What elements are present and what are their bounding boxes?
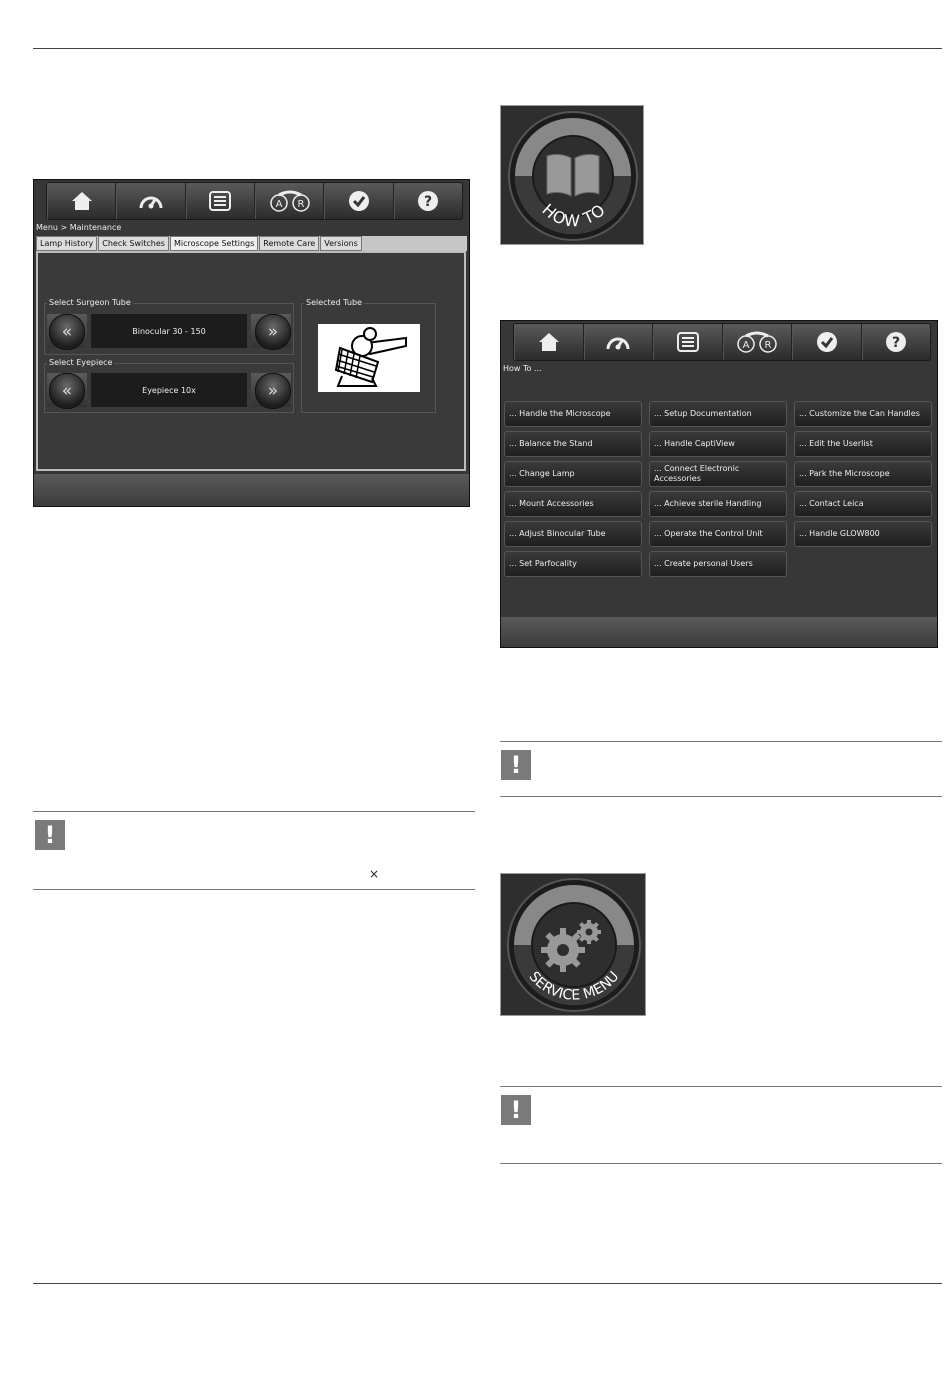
surgeon-prev-button[interactable]: « (49, 314, 85, 350)
speed-button[interactable] (116, 183, 186, 219)
main-toolbar: A R ? (46, 182, 463, 220)
howto-change-lamp[interactable]: ... Change Lamp (504, 461, 642, 487)
tab-bar: Lamp History Check Switches Microscope S… (36, 236, 467, 251)
left-note-bottom-rule (33, 889, 475, 890)
tube-illustration (318, 324, 420, 392)
howto-handle-microscope[interactable]: ... Handle the Microscope (504, 401, 642, 427)
speedometer-icon (606, 337, 630, 350)
service-menu-icon[interactable]: SERVICE MENU (501, 874, 646, 1016)
surgeon-tube-value: Binocular 30 - 150 (91, 314, 247, 348)
exclamation-icon: ! (501, 1095, 531, 1125)
howto-park-microscope[interactable]: ... Park the Microscope (794, 461, 932, 487)
tab-microscope-settings[interactable]: Microscope Settings (169, 236, 259, 251)
home-button[interactable] (514, 324, 584, 360)
menu-button[interactable] (653, 324, 723, 360)
surgeon-next-button[interactable]: » (255, 314, 291, 350)
top-rule (33, 48, 942, 49)
howto-operate-control-unit[interactable]: ... Operate the Control Unit (649, 521, 787, 547)
howto-footer (501, 617, 937, 647)
selected-tube-label: Selected Tube (304, 298, 364, 307)
surgeon-tube-label: Select Surgeon Tube (47, 298, 133, 307)
ar-r-letter: R (765, 340, 772, 351)
help-icon: ? (418, 191, 439, 211)
ar-icon: A R (737, 331, 777, 353)
howto-handle-glow800[interactable]: ... Handle GLOW800 (794, 521, 932, 547)
help-button[interactable]: ? (393, 183, 462, 219)
right-note1-bottom-rule (500, 796, 942, 797)
maintenance-footer (34, 474, 469, 506)
howto-create-users[interactable]: ... Create personal Users (649, 551, 787, 577)
right-note2-top-rule (500, 1086, 942, 1087)
eyepiece-label: Select Eyepiece (47, 358, 115, 367)
howto-breadcrumb: How To ... (503, 364, 542, 373)
howto-toolbar: A R ? (513, 323, 931, 361)
tab-versions[interactable]: Versions (320, 236, 362, 251)
help-button[interactable]: ? (861, 324, 931, 360)
ar-button[interactable]: A R (722, 324, 792, 360)
selected-tube-group: Selected Tube (301, 298, 436, 413)
home-icon (538, 333, 559, 351)
surgeon-tube-group: Select Surgeon Tube « Binocular 30 - 150… (44, 298, 294, 355)
exclamation-icon: ! (35, 820, 65, 850)
menu-button[interactable] (185, 183, 255, 219)
howto-edit-userlist[interactable]: ... Edit the Userlist (794, 431, 932, 457)
checkmark-icon (816, 332, 837, 352)
list-icon (209, 191, 232, 211)
howto-adjust-binocular[interactable]: ... Adjust Binocular Tube (504, 521, 642, 547)
eyepiece-prev-button[interactable]: « (49, 373, 85, 409)
howto-setup-documentation[interactable]: ... Setup Documentation (649, 401, 787, 427)
speedometer-icon (139, 196, 163, 209)
howto-mount-accessories[interactable]: ... Mount Accessories (504, 491, 642, 517)
home-icon (71, 192, 92, 210)
tab-lamp-history[interactable]: Lamp History (36, 236, 98, 251)
help-icon: ? (886, 332, 907, 352)
confirm-button[interactable] (324, 183, 394, 219)
settings-panel: Select Surgeon Tube « Binocular 30 - 150… (36, 251, 466, 471)
howto-connect-accessories[interactable]: ... Connect Electronic Accessories (649, 461, 787, 487)
confirm-button[interactable] (792, 324, 862, 360)
eyepiece-value: Eyepiece 10x (91, 373, 247, 407)
how-to-icon[interactable]: HOW TO (501, 106, 644, 245)
howto-screen: A R ? How To ... ... Handle the Microsco… (500, 320, 938, 648)
ar-icon: A R (269, 190, 310, 212)
right-note1-top-rule (500, 741, 942, 742)
multiply-sign: × (369, 867, 380, 881)
help-glyph: ? (424, 194, 432, 210)
breadcrumb: Menu > Maintenance (36, 223, 122, 232)
binocular-tube-icon (334, 327, 407, 387)
ar-a-letter: A (743, 340, 750, 351)
tab-remote-care[interactable]: Remote Care (259, 236, 320, 251)
howto-handle-captiview[interactable]: ... Handle CaptiView (649, 431, 787, 457)
exclamation-icon: ! (501, 750, 531, 780)
ar-button[interactable]: A R (254, 183, 325, 219)
howto-balance-stand[interactable]: ... Balance the Stand (504, 431, 642, 457)
howto-contact-leica[interactable]: ... Contact Leica (794, 491, 932, 517)
checkmark-icon (348, 191, 369, 211)
howto-set-parfocality[interactable]: ... Set Parfocality (504, 551, 642, 577)
speed-button[interactable] (583, 324, 653, 360)
eyepiece-group: Select Eyepiece « Eyepiece 10x » (44, 358, 294, 413)
ar-r-letter: R (297, 199, 304, 210)
howto-customize-can-handles[interactable]: ... Customize the Can Handles (794, 401, 932, 427)
help-glyph: ? (892, 335, 900, 351)
how-to-tile: HOW TO (500, 105, 644, 245)
list-icon (676, 332, 699, 352)
service-menu-tile: SERVICE MENU (500, 873, 646, 1016)
bottom-rule (33, 1283, 942, 1284)
right-note2-bottom-rule (500, 1163, 942, 1164)
howto-sterile-handling[interactable]: ... Achieve sterile Handling (649, 491, 787, 517)
tab-check-switches[interactable]: Check Switches (98, 236, 169, 251)
left-note-top-rule (33, 811, 475, 812)
ar-a-letter: A (275, 199, 282, 210)
maintenance-screen: A R ? Menu > Maintenance Lamp History Ch… (33, 179, 470, 507)
home-button[interactable] (47, 183, 117, 219)
eyepiece-next-button[interactable]: » (255, 373, 291, 409)
